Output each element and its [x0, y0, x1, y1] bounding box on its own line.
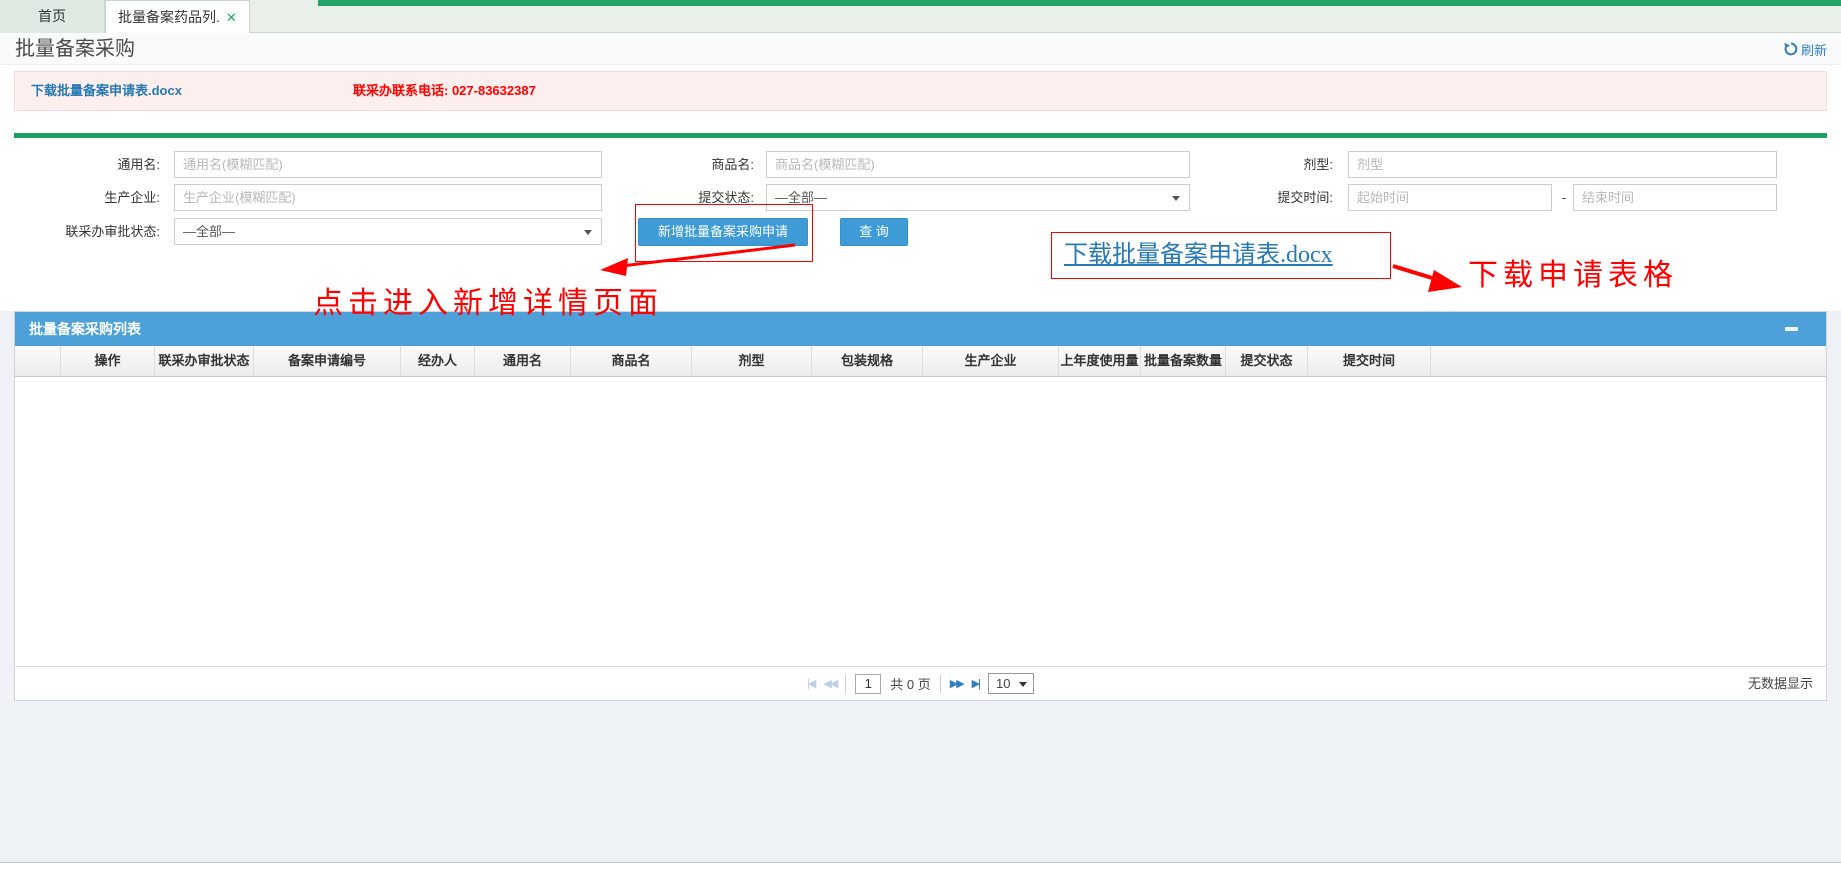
col-dosage-form: 剂型: [692, 346, 812, 376]
page-size-value: 10: [996, 676, 1010, 691]
col-generic-name: 通用名: [475, 346, 571, 376]
col-approval-status: 联采办审批状态: [155, 346, 254, 376]
col-submit-status: 提交状态: [1226, 346, 1308, 376]
grid-empty-body: [15, 377, 1826, 666]
approval-status-value: —全部—: [183, 224, 235, 239]
tab-home[interactable]: 首页: [0, 0, 105, 33]
col-handler: 经办人: [401, 346, 475, 376]
last-page-icon[interactable]: ▶|: [972, 677, 979, 690]
bottom-bar: [0, 862, 1841, 870]
manufacturer-input[interactable]: [174, 184, 602, 211]
col-batch-quantity: 批量备案数量: [1141, 346, 1226, 376]
contact-phone-text: 联采办联系电话: 027-83632387: [353, 72, 536, 110]
annotation-left-note: 点击进入新增详情页面: [313, 278, 663, 322]
refresh-icon: [1784, 42, 1798, 56]
submit-status-value: —全部—: [775, 190, 827, 205]
product-name-input[interactable]: [766, 151, 1190, 178]
form-accent-bar: [14, 133, 1827, 138]
grid-pager: |◀ ◀◀ 共 0 页 ▶▶ ▶| 10 无数据显示: [15, 666, 1826, 700]
collapse-icon[interactable]: [1785, 327, 1798, 331]
col-actions: 操作: [61, 346, 155, 376]
col-manufacturer: 生产企业: [923, 346, 1059, 376]
col-product-name: 商品名: [571, 346, 692, 376]
download-template-link[interactable]: 下载批量备案申请表.docx: [31, 72, 182, 110]
tab-batch-filing[interactable]: 批量备案药品列. ✕: [105, 0, 250, 33]
next-page-icon[interactable]: ▶▶: [950, 677, 963, 690]
dosage-form-input[interactable]: [1348, 151, 1777, 178]
download-template-link-2[interactable]: 下载批量备案申请表.docx: [1052, 233, 1390, 278]
grid-title-bar: 批量备案采购列表: [15, 312, 1826, 346]
page-number-input[interactable]: [855, 674, 881, 694]
prev-page-icon[interactable]: ◀◀: [823, 677, 836, 690]
notice-bar: 下载批量备案申请表.docx 联采办联系电话: 027-83632387: [14, 71, 1827, 111]
batch-filing-grid-panel: 批量备案采购列表 操作 联采办审批状态 备案申请编号 经办人 通用名 商品名 剂…: [14, 311, 1827, 701]
pager-separator: [940, 675, 941, 693]
submit-status-select[interactable]: —全部—: [766, 184, 1190, 211]
time-range-separator: -: [1558, 184, 1570, 211]
chevron-down-icon: [1172, 196, 1180, 201]
generic-name-input[interactable]: [174, 151, 602, 178]
grid-column-header: 操作 联采办审批状态 备案申请编号 经办人 通用名 商品名 剂型 包装规格 生产…: [15, 346, 1826, 377]
col-pack-spec: 包装规格: [812, 346, 923, 376]
no-data-label: 无数据显示: [1748, 667, 1813, 700]
pager-separator: [845, 675, 846, 693]
col-submit-time: 提交时间: [1308, 346, 1431, 376]
submit-time-label: 提交时间:: [1190, 184, 1333, 211]
submit-time-start-input[interactable]: [1348, 184, 1552, 211]
add-batch-filing-button[interactable]: 新增批量备案采购申请: [638, 218, 808, 246]
query-button[interactable]: 查 询: [840, 218, 908, 246]
manufacturer-label: 生产企业:: [0, 184, 160, 211]
page-size-select[interactable]: 10: [988, 673, 1034, 694]
col-checkbox: [15, 346, 61, 376]
annotation-box-download-link: 下载批量备案申请表.docx: [1051, 232, 1391, 279]
grid-title: 批量备案采购列表: [29, 321, 141, 337]
col-filing-no: 备案申请编号: [254, 346, 401, 376]
submit-time-end-input[interactable]: [1573, 184, 1777, 211]
annotation-right-note: 下载申请表格: [1468, 250, 1678, 294]
product-name-label: 商品名:: [604, 151, 754, 178]
dosage-form-label: 剂型:: [1190, 151, 1333, 178]
title-bar: 批量备案采购 刷新: [0, 33, 1841, 65]
generic-name-label: 通用名:: [0, 151, 160, 178]
top-accent-strip: [318, 0, 1841, 6]
page-title: 批量备案采购: [15, 33, 135, 65]
tab-batch-filing-label: 批量备案药品列.: [118, 1, 220, 33]
col-filler: [1431, 346, 1826, 376]
chevron-down-icon: [1019, 682, 1027, 687]
close-icon[interactable]: ✕: [226, 11, 237, 24]
col-last-year-usage: 上年度使用量: [1059, 346, 1141, 376]
total-pages-label: 共 0 页: [890, 674, 930, 693]
approval-status-label: 联采办审批状态:: [0, 218, 160, 245]
tab-home-label: 首页: [38, 8, 66, 24]
approval-status-select[interactable]: —全部—: [174, 218, 602, 245]
tab-bar: 首页 批量备案药品列. ✕: [0, 0, 1841, 33]
submit-status-label: 提交状态:: [604, 184, 754, 211]
refresh-label: 刷新: [1801, 40, 1827, 59]
refresh-button[interactable]: 刷新: [1784, 33, 1827, 65]
first-page-icon[interactable]: |◀: [807, 677, 814, 690]
chevron-down-icon: [584, 230, 592, 235]
